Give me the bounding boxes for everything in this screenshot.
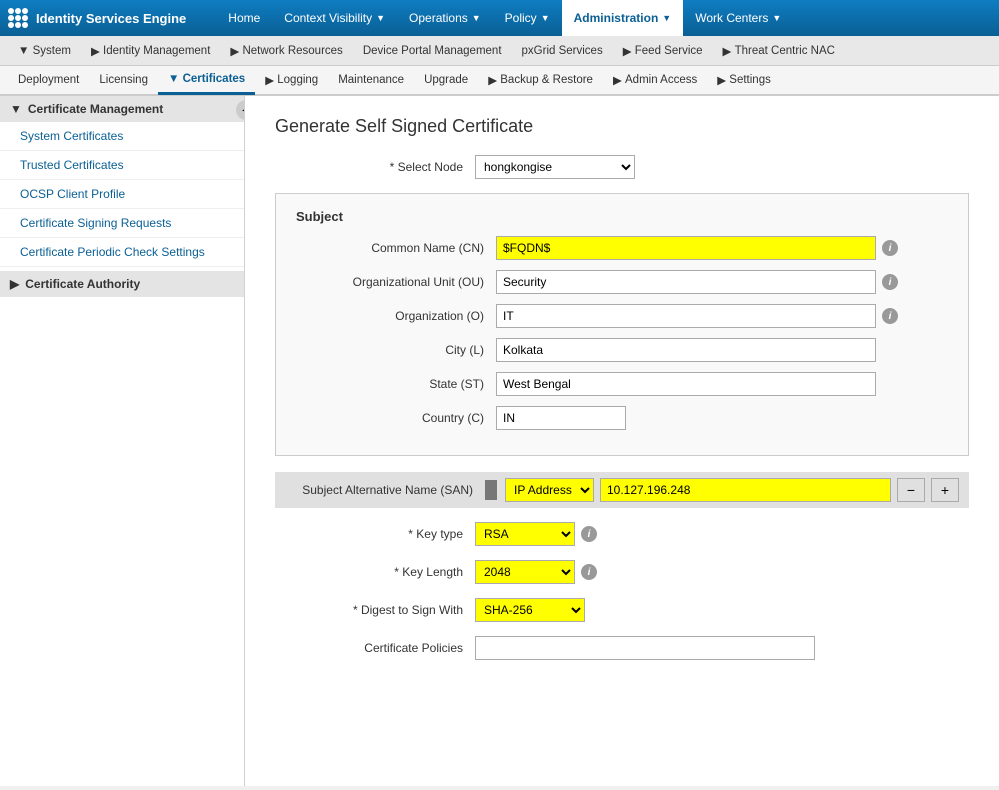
sidebar-item-ocsp-client-profile[interactable]: OCSP Client Profile bbox=[0, 180, 244, 209]
state-row: State (ST) bbox=[296, 372, 948, 396]
key-length-select[interactable]: 512 1024 2048 4096 bbox=[475, 560, 575, 584]
sidebar: ◀ ▼ Certificate Management System Certif… bbox=[0, 96, 245, 786]
sidebar-section-certificate-authority[interactable]: ▶ Certificate Authority bbox=[0, 271, 244, 297]
third-nav-bar: Deployment Licensing ▼ Certificates ▶ Lo… bbox=[0, 66, 999, 96]
main-content: Generate Self Signed Certificate * Selec… bbox=[245, 96, 999, 786]
chevron-down-icon: ▼ bbox=[472, 13, 481, 23]
nav-threat-centric-nac[interactable]: ▶ Threat Centric NAC bbox=[713, 36, 845, 66]
state-input[interactable] bbox=[496, 372, 876, 396]
state-label: State (ST) bbox=[296, 377, 496, 391]
chevron-down-icon: ▼ bbox=[10, 102, 22, 116]
nav-administration[interactable]: Administration ▼ bbox=[562, 0, 684, 36]
nav-pxgrid[interactable]: pxGrid Services bbox=[512, 36, 613, 66]
nav-identity-management[interactable]: ▶ Identity Management bbox=[81, 36, 220, 66]
country-row: Country (C) bbox=[296, 406, 948, 430]
country-input[interactable] bbox=[496, 406, 626, 430]
digest-row: * Digest to Sign With SHA-256 SHA-384 SH… bbox=[275, 598, 969, 622]
key-type-row: * Key type RSA ECDSA i bbox=[275, 522, 969, 546]
tab-maintenance[interactable]: Maintenance bbox=[328, 65, 414, 95]
nav-system[interactable]: ▼ System bbox=[8, 36, 81, 66]
o-info-icon[interactable]: i bbox=[882, 308, 898, 324]
san-minus-button[interactable]: − bbox=[897, 478, 925, 502]
cisco-dots-icon bbox=[8, 8, 28, 28]
sidebar-item-certificate-signing-requests[interactable]: Certificate Signing Requests bbox=[0, 209, 244, 238]
ou-label: Organizational Unit (OU) bbox=[296, 275, 496, 289]
ou-input[interactable] bbox=[496, 270, 876, 294]
san-row: Subject Alternative Name (SAN) IP Addres… bbox=[275, 472, 969, 508]
nav-work-centers[interactable]: Work Centers ▼ bbox=[683, 0, 793, 36]
subject-section: Subject Common Name (CN) i Organizationa… bbox=[275, 193, 969, 456]
select-node-row: * Select Node hongkongise bbox=[275, 155, 969, 179]
ou-row: Organizational Unit (OU) i bbox=[296, 270, 948, 294]
cn-label: Common Name (CN) bbox=[296, 241, 496, 255]
o-label: Organization (O) bbox=[296, 309, 496, 323]
tab-licensing[interactable]: Licensing bbox=[89, 65, 158, 95]
tab-certificates[interactable]: ▼ Certificates bbox=[158, 65, 255, 95]
san-type-select[interactable]: IP Address DNS Email URI bbox=[505, 478, 594, 502]
chevron-down-icon: ▼ bbox=[376, 13, 385, 23]
country-label: Country (C) bbox=[296, 411, 496, 425]
key-length-row: * Key Length 512 1024 2048 4096 i bbox=[275, 560, 969, 584]
key-type-label: * Key type bbox=[275, 527, 475, 541]
sidebar-item-system-certificates[interactable]: System Certificates bbox=[0, 122, 244, 151]
nav-home[interactable]: Home bbox=[216, 0, 272, 36]
cisco-logo: Identity Services Engine bbox=[8, 8, 206, 28]
second-nav-bar: ▼ System ▶ Identity Management ▶ Network… bbox=[0, 36, 999, 66]
tab-backup-restore[interactable]: ▶ Backup & Restore bbox=[478, 65, 603, 95]
key-type-info-icon[interactable]: i bbox=[581, 526, 597, 542]
san-label: Subject Alternative Name (SAN) bbox=[285, 483, 485, 497]
key-type-select[interactable]: RSA ECDSA bbox=[475, 522, 575, 546]
san-controls: IP Address DNS Email URI − + bbox=[485, 478, 959, 502]
san-plus-button[interactable]: + bbox=[931, 478, 959, 502]
city-row: City (L) bbox=[296, 338, 948, 362]
tab-admin-access[interactable]: ▶ Admin Access bbox=[603, 65, 707, 95]
cn-input[interactable] bbox=[496, 236, 876, 260]
chevron-down-icon: ▼ bbox=[772, 13, 781, 23]
cert-policies-label: Certificate Policies bbox=[275, 641, 475, 655]
cert-policies-row: Certificate Policies bbox=[275, 636, 969, 660]
app-title: Identity Services Engine bbox=[36, 11, 186, 26]
city-input[interactable] bbox=[496, 338, 876, 362]
nav-device-portal[interactable]: Device Portal Management bbox=[353, 36, 512, 66]
digest-label: * Digest to Sign With bbox=[275, 603, 475, 617]
digest-select[interactable]: SHA-256 SHA-384 SHA-512 bbox=[475, 598, 585, 622]
san-drag-handle bbox=[485, 480, 497, 500]
main-layout: ◀ ▼ Certificate Management System Certif… bbox=[0, 96, 999, 786]
cn-row: Common Name (CN) i bbox=[296, 236, 948, 260]
cert-policies-input[interactable] bbox=[475, 636, 815, 660]
chevron-right-icon: ▶ bbox=[10, 277, 19, 291]
sidebar-item-trusted-certificates[interactable]: Trusted Certificates bbox=[0, 151, 244, 180]
select-node-label: * Select Node bbox=[275, 160, 475, 174]
o-row: Organization (O) i bbox=[296, 304, 948, 328]
san-value-input[interactable] bbox=[600, 478, 891, 502]
chevron-down-icon: ▼ bbox=[662, 13, 671, 23]
key-length-info-icon[interactable]: i bbox=[581, 564, 597, 580]
city-label: City (L) bbox=[296, 343, 496, 357]
o-input[interactable] bbox=[496, 304, 876, 328]
select-node-dropdown[interactable]: hongkongise bbox=[475, 155, 635, 179]
key-length-label: * Key Length bbox=[275, 565, 475, 579]
nav-feed-service[interactable]: ▶ Feed Service bbox=[613, 36, 713, 66]
top-nav-bar: Identity Services Engine Home Context Vi… bbox=[0, 0, 999, 36]
nav-policy[interactable]: Policy ▼ bbox=[493, 0, 562, 36]
tab-logging[interactable]: ▶ Logging bbox=[255, 65, 328, 95]
nav-operations[interactable]: Operations ▼ bbox=[397, 0, 493, 36]
subject-section-title: Subject bbox=[296, 209, 948, 224]
page-title: Generate Self Signed Certificate bbox=[275, 116, 969, 137]
sidebar-item-certificate-periodic-check[interactable]: Certificate Periodic Check Settings bbox=[0, 238, 244, 267]
tab-settings[interactable]: ▶ Settings bbox=[707, 65, 781, 95]
nav-context-visibility[interactable]: Context Visibility ▼ bbox=[272, 0, 397, 36]
chevron-down-icon: ▼ bbox=[541, 13, 550, 23]
ou-info-icon[interactable]: i bbox=[882, 274, 898, 290]
cn-info-icon[interactable]: i bbox=[882, 240, 898, 256]
tab-deployment[interactable]: Deployment bbox=[8, 65, 89, 95]
tab-upgrade[interactable]: Upgrade bbox=[414, 65, 478, 95]
sidebar-section-certificate-management[interactable]: ▼ Certificate Management bbox=[0, 96, 244, 122]
top-nav-items: Home Context Visibility ▼ Operations ▼ P… bbox=[216, 0, 991, 36]
nav-network-resources[interactable]: ▶ Network Resources bbox=[220, 36, 352, 66]
